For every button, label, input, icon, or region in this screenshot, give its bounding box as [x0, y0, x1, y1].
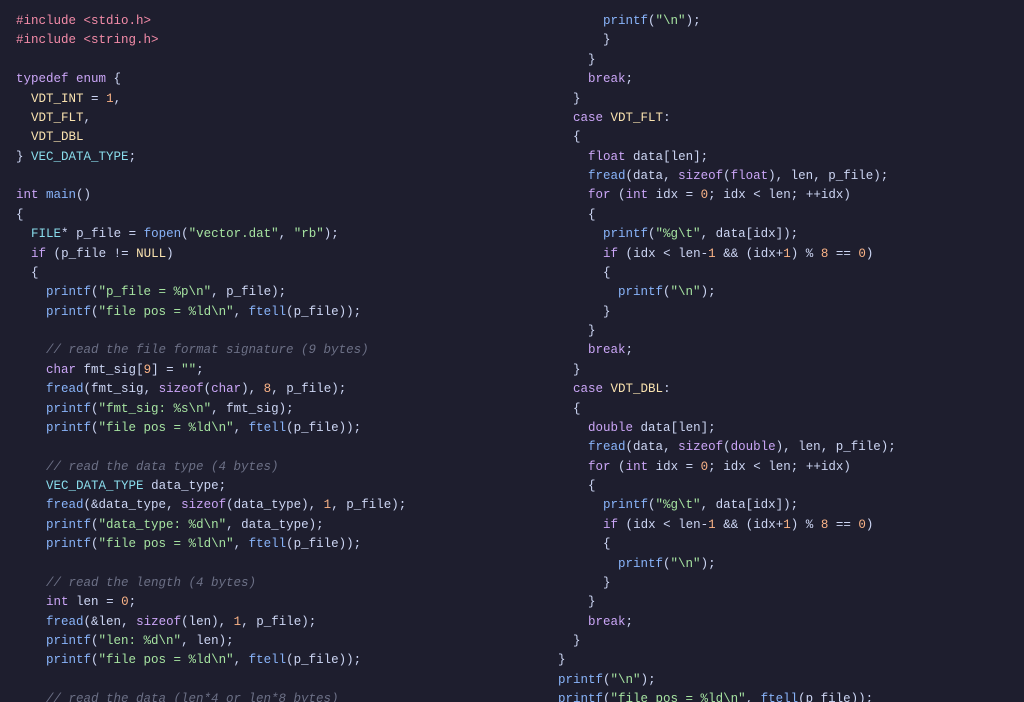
- left-code-panel: #include <stdio.h> #include <string.h> t…: [0, 0, 512, 702]
- right-code-panel: printf("\n"); } } break; } case VDT_FLT:…: [512, 0, 1024, 702]
- left-code: #include <stdio.h> #include <string.h> t…: [16, 12, 496, 702]
- right-code: printf("\n"); } } break; } case VDT_FLT:…: [528, 12, 1008, 702]
